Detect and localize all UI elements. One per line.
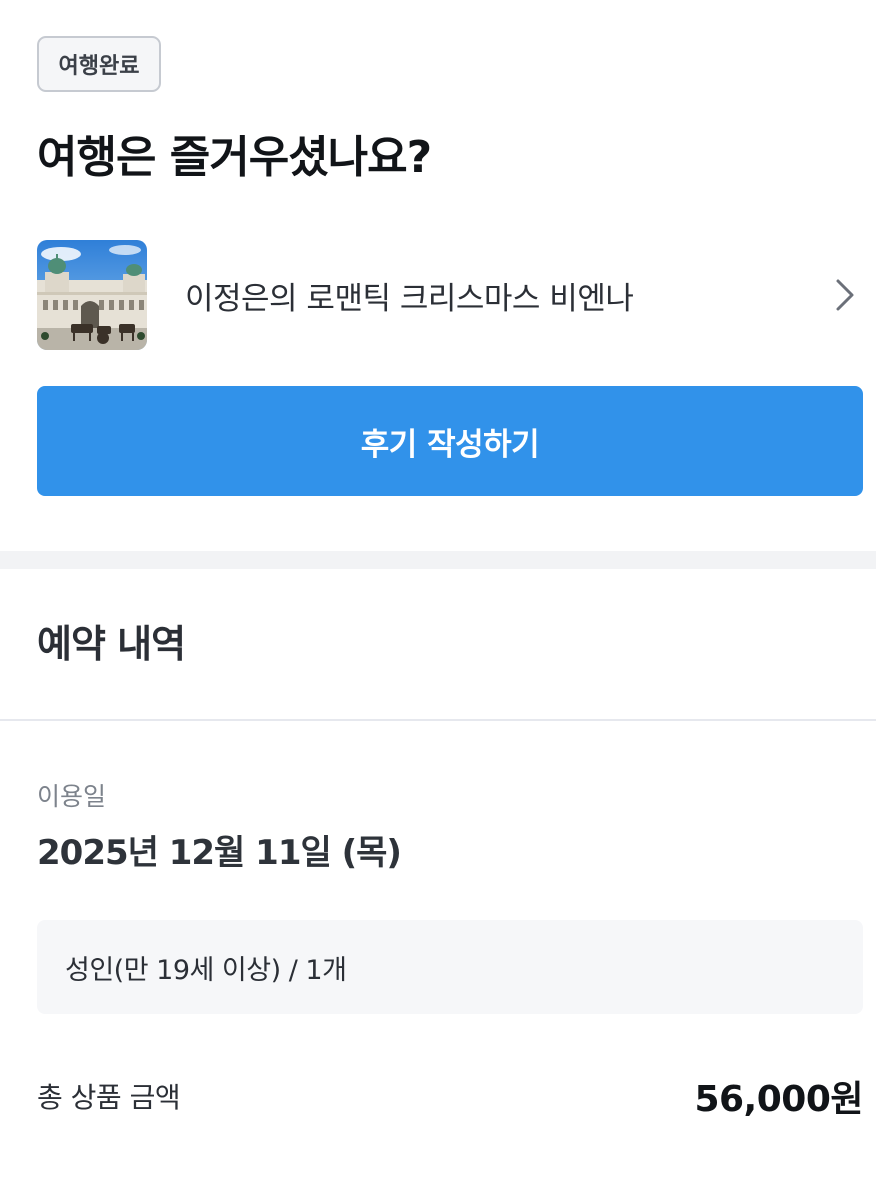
total-amount: 56,000원 — [694, 1079, 863, 1120]
write-review-button[interactable]: 후기 작성하기 — [37, 386, 863, 496]
divider — [0, 719, 876, 721]
use-date-label: 이용일 — [37, 782, 107, 811]
total-price-row: 총 상품 금액 56,000원 — [37, 1066, 863, 1126]
status-badge: 여행완료 — [37, 36, 161, 92]
section-divider — [0, 551, 876, 569]
product-title: 이정은의 로맨틱 크리스마스 비엔나 — [185, 280, 634, 317]
total-label: 총 상품 금액 — [37, 1081, 181, 1114]
use-date-value: 2025년 12월 11일 (목) — [37, 833, 402, 873]
option-summary: 성인(만 19세 이상) / 1개 — [37, 920, 863, 1014]
reservation-section-title: 예약 내역 — [37, 622, 186, 666]
vienna-palace-photo — [37, 240, 147, 350]
option-text: 성인(만 19세 이상) / 1개 — [65, 954, 347, 986]
product-thumbnail — [37, 240, 147, 350]
chevron-right-icon — [827, 277, 863, 313]
trip-complete-page: 여행완료 여행은 즐거우셨나요? 이정은의 로맨틱 크리스마스 비엔나 후기 작… — [0, 0, 876, 1186]
page-title: 여행은 즐거우셨나요? — [37, 132, 432, 183]
product-link[interactable]: 이정은의 로맨틱 크리스마스 비엔나 — [37, 239, 863, 351]
